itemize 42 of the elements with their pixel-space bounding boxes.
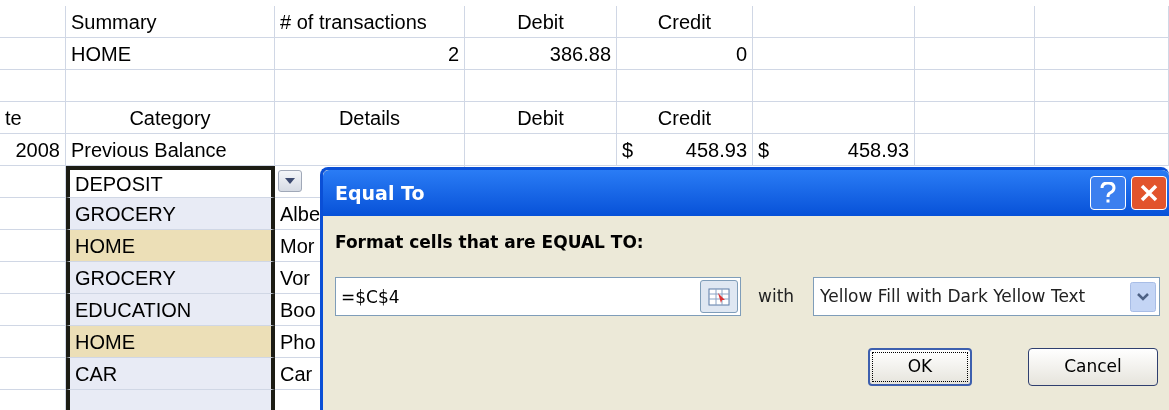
table-cell: HOME bbox=[66, 38, 275, 70]
amount: 458.93 bbox=[847, 137, 909, 163]
table-cell: Summary bbox=[66, 6, 275, 38]
table-cell: Credit bbox=[617, 102, 753, 134]
table-cell: Details bbox=[275, 102, 465, 134]
table-cell bbox=[0, 6, 66, 38]
cancel-button[interactable]: Cancel bbox=[1028, 348, 1158, 386]
range-picker-icon bbox=[708, 287, 730, 306]
table-cell: # of transactions bbox=[275, 6, 465, 38]
with-label: with bbox=[758, 284, 795, 308]
table-cell: Debit bbox=[465, 6, 617, 38]
table-cell: GROCERY bbox=[66, 262, 275, 294]
table-cell: Debit bbox=[465, 102, 617, 134]
table-cell: Category bbox=[66, 102, 275, 134]
table-cell bbox=[0, 70, 66, 102]
currency-symbol: $ bbox=[758, 137, 770, 163]
currency-symbol: $ bbox=[622, 137, 634, 163]
table-cell: DEPOSIT bbox=[66, 166, 275, 198]
table-cell: te bbox=[0, 102, 66, 134]
value-field[interactable]: =$C$4 bbox=[335, 277, 741, 316]
table-cell: Credit bbox=[617, 6, 753, 38]
table-cell: 2008 bbox=[0, 134, 66, 166]
dropdown-button[interactable] bbox=[278, 170, 302, 192]
table-cell: EDUCATION bbox=[66, 294, 275, 326]
format-dropdown[interactable]: Yellow Fill with Dark Yellow Text bbox=[813, 277, 1161, 316]
close-icon bbox=[1139, 183, 1159, 203]
table-cell: HOME bbox=[66, 326, 275, 358]
ok-button[interactable]: OK bbox=[868, 348, 972, 386]
table-cell: GROCERY bbox=[66, 198, 275, 230]
table-cell: 386.88 bbox=[465, 38, 617, 70]
caret-icon bbox=[285, 178, 295, 184]
help-button[interactable] bbox=[1090, 176, 1126, 210]
table-cell: CAR bbox=[66, 358, 275, 390]
format-value: Yellow Fill with Dark Yellow Text bbox=[820, 284, 1087, 308]
table-cell: HOME bbox=[66, 230, 275, 262]
close-button[interactable] bbox=[1131, 176, 1167, 210]
table-cell: 2 bbox=[275, 38, 465, 70]
amount: 458.93 bbox=[685, 137, 747, 163]
table-cell: 0 bbox=[617, 38, 753, 70]
range-picker-button[interactable] bbox=[700, 280, 738, 313]
help-icon bbox=[1100, 182, 1116, 204]
table-cell bbox=[0, 38, 66, 70]
